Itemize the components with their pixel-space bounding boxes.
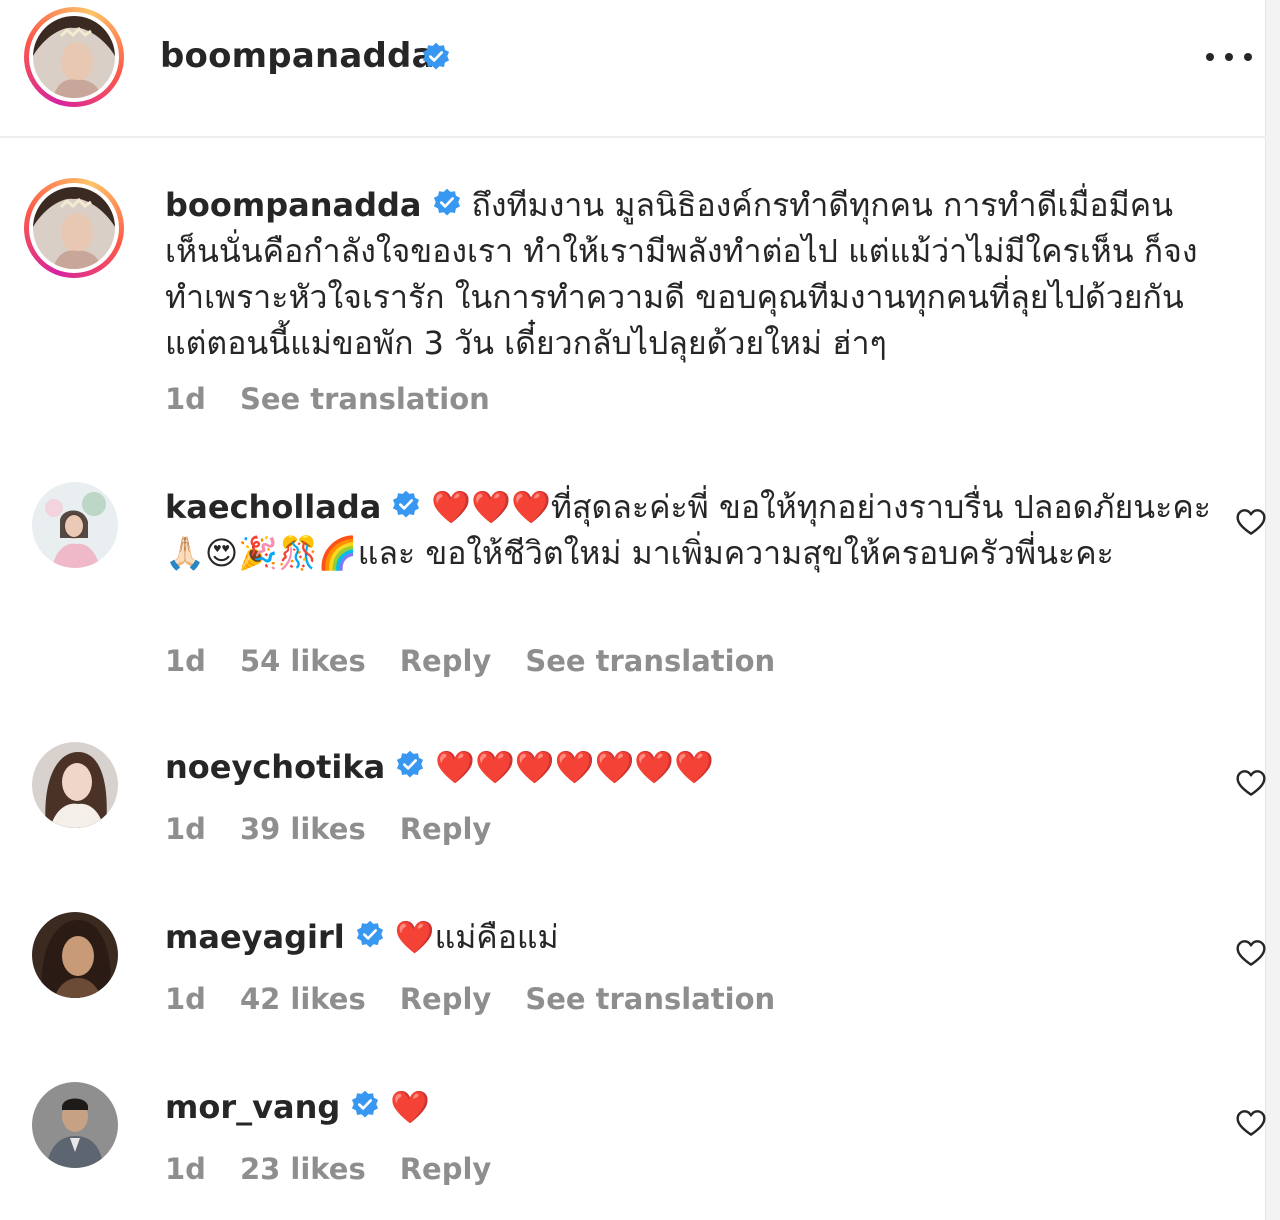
- caption-avatar[interactable]: [24, 178, 124, 278]
- likes-count[interactable]: 54 likes: [240, 644, 366, 678]
- like-heart-icon[interactable]: [1234, 1108, 1268, 1140]
- reply-button[interactable]: Reply: [400, 1152, 492, 1186]
- comment-username[interactable]: kaechollada: [165, 488, 381, 526]
- comment-avatar[interactable]: [32, 1082, 118, 1168]
- comment-text: kaechollada ❤️❤️❤️ที่สุดละค่ะพี่ ขอให้ทุก…: [165, 484, 1225, 576]
- caption-username[interactable]: boompanadda: [165, 186, 422, 224]
- comment-text: noeychotika ❤️❤️❤️❤️❤️❤️❤️: [165, 744, 1225, 790]
- comment-text: maeyagirl ❤️แม่คือแม่: [165, 914, 1225, 960]
- comment-avatar[interactable]: [32, 482, 118, 568]
- comment-username[interactable]: noeychotika: [165, 748, 385, 786]
- comment-meta: 1d 42 likes Reply See translation: [165, 982, 775, 1016]
- header-avatar[interactable]: [24, 7, 124, 107]
- scrollbar[interactable]: [1265, 0, 1280, 1220]
- timestamp[interactable]: 1d: [165, 644, 206, 678]
- like-heart-icon[interactable]: [1234, 768, 1268, 800]
- verified-icon: [350, 1090, 380, 1120]
- comment-username[interactable]: mor_vang: [165, 1088, 340, 1126]
- comment-text: mor_vang ❤️: [165, 1084, 1225, 1130]
- timestamp[interactable]: 1d: [165, 382, 206, 416]
- timestamp[interactable]: 1d: [165, 812, 206, 846]
- comment-body: ❤️: [390, 1088, 431, 1126]
- like-heart-icon[interactable]: [1234, 507, 1268, 539]
- more-options-icon[interactable]: [1206, 42, 1252, 72]
- comment-avatar[interactable]: [32, 742, 118, 828]
- timestamp[interactable]: 1d: [165, 982, 206, 1016]
- see-translation-button[interactable]: See translation: [525, 982, 775, 1016]
- comment-meta: 1d 23 likes Reply: [165, 1152, 491, 1186]
- verified-icon: [355, 920, 385, 950]
- comment-avatar[interactable]: [32, 912, 118, 998]
- comment-body: ❤️แม่คือแม่: [394, 918, 559, 956]
- timestamp[interactable]: 1d: [165, 1152, 206, 1186]
- verified-icon: [395, 750, 425, 780]
- reply-button[interactable]: Reply: [400, 812, 492, 846]
- post-header: boompanadda: [0, 0, 1266, 138]
- caption-meta: 1d See translation: [165, 382, 490, 416]
- header-username[interactable]: boompanadda: [160, 36, 435, 76]
- verified-icon: [391, 490, 421, 520]
- comment-body: ❤️❤️❤️❤️❤️❤️❤️: [435, 748, 715, 786]
- see-translation-button[interactable]: See translation: [240, 382, 490, 416]
- avatar-image: [33, 16, 115, 98]
- reply-button[interactable]: Reply: [400, 644, 492, 678]
- avatar-image: [33, 187, 115, 269]
- verified-icon: [421, 42, 451, 72]
- caption-text: boompanadda ถึงทีมงาน มูลนิธิองค์กรทำดีทุ…: [165, 182, 1225, 366]
- comment-meta: 1d 54 likes Reply See translation: [165, 644, 775, 678]
- comment-username[interactable]: maeyagirl: [165, 918, 345, 956]
- reply-button[interactable]: Reply: [400, 982, 492, 1016]
- likes-count[interactable]: 42 likes: [240, 982, 366, 1016]
- like-heart-icon[interactable]: [1234, 938, 1268, 970]
- likes-count[interactable]: 39 likes: [240, 812, 366, 846]
- see-translation-button[interactable]: See translation: [525, 644, 775, 678]
- comment-meta: 1d 39 likes Reply: [165, 812, 491, 846]
- verified-icon: [432, 188, 462, 218]
- likes-count[interactable]: 23 likes: [240, 1152, 366, 1186]
